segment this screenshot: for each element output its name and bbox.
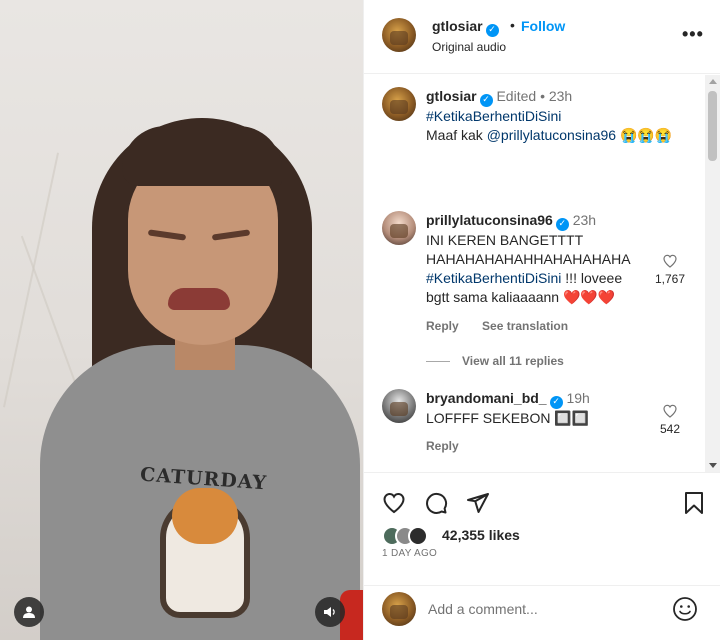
- post-time[interactable]: 1 DAY AGO: [382, 548, 437, 559]
- avatar[interactable]: [382, 389, 416, 423]
- comment-time: 23h: [572, 212, 597, 228]
- comment-actions: Reply See translation: [426, 319, 588, 333]
- avatar[interactable]: [382, 18, 416, 52]
- reply-button[interactable]: Reply: [426, 319, 459, 333]
- liker-avatar: [408, 526, 428, 546]
- comment-like: 542: [650, 403, 690, 436]
- girl-mouth: [168, 288, 230, 310]
- likes-count[interactable]: 42,355 likes: [442, 527, 520, 543]
- comment-time: 19h: [566, 390, 590, 406]
- verified-badge-icon: ✓: [479, 94, 493, 107]
- separator-dot: •: [510, 17, 515, 33]
- comment-item: bryandomani_bd_ ✓ 19h LOFFFF SEKEBON 🔲🔲 5…: [382, 389, 702, 459]
- post-side-panel: gtlosiar ✓ • Follow Original audio ••• gt…: [363, 0, 720, 640]
- send-icon: [467, 493, 489, 513]
- author-username[interactable]: gtlosiar ✓: [432, 18, 499, 37]
- post-caption: gtlosiar ✓ Edited • 23h #KetikaBerhentiDi…: [382, 87, 702, 167]
- audio-toggle-button[interactable]: [315, 597, 345, 627]
- comment-username[interactable]: bryandomani_bd_: [426, 390, 547, 406]
- add-comment-bar: [364, 586, 720, 640]
- comment-like: 1,767: [650, 253, 690, 286]
- verified-badge-icon: ✓: [549, 396, 563, 409]
- caption-username[interactable]: gtlosiar: [426, 88, 477, 104]
- comment-hashtag[interactable]: #KetikaBerhentiDiSini: [426, 270, 561, 286]
- edited-label: Edited: [496, 88, 537, 104]
- comment-icon: [426, 492, 448, 514]
- caption-text: Maaf kak: [426, 127, 487, 143]
- comment-like-count: 542: [659, 422, 681, 436]
- comment-text: LOFFFF SEKEBON 🔲🔲: [426, 410, 590, 426]
- comments-scrollbar[interactable]: [705, 75, 720, 472]
- comment-like-count: 1,767: [654, 272, 686, 286]
- shirt-cat-head: [172, 488, 238, 544]
- view-replies-button[interactable]: View all 11 replies: [426, 354, 564, 368]
- comment-button[interactable]: [422, 489, 450, 517]
- user-icon: [23, 606, 35, 618]
- author-username-text[interactable]: gtlosiar: [432, 18, 483, 34]
- speaker-icon: [324, 607, 335, 617]
- heart-icon[interactable]: [662, 403, 678, 419]
- smiley-icon: [673, 597, 697, 621]
- verified-badge-icon: ✓: [555, 218, 569, 231]
- scroll-down-arrow-icon[interactable]: [709, 463, 717, 468]
- heart-icon: [383, 492, 405, 514]
- caption-hashtag[interactable]: #KetikaBerhentiDiSini: [426, 108, 561, 124]
- heart-icon[interactable]: [662, 253, 678, 269]
- emoji-button[interactable]: [672, 596, 698, 622]
- post-action-bar: 42,355 likes 1 DAY AGO: [364, 476, 720, 586]
- like-button[interactable]: [380, 489, 408, 517]
- add-comment-input[interactable]: [428, 598, 648, 620]
- separator-dot: •: [540, 88, 545, 104]
- avatar[interactable]: [382, 211, 416, 245]
- follow-button[interactable]: Follow: [521, 18, 565, 34]
- see-translation-button[interactable]: See translation: [482, 319, 568, 333]
- audio-label[interactable]: Original audio: [432, 40, 506, 54]
- comment-actions: Reply: [426, 439, 479, 453]
- reply-button[interactable]: Reply: [426, 439, 459, 453]
- comment-hearts: ❤️❤️❤️: [562, 289, 616, 305]
- comments-list[interactable]: gtlosiar ✓ Edited • 23h #KetikaBerhentiDi…: [364, 75, 720, 473]
- caption-time: 23h: [548, 88, 573, 104]
- scroll-up-arrow-icon[interactable]: [709, 79, 717, 84]
- comment-body: bryandomani_bd_ ✓ 19h LOFFFF SEKEBON 🔲🔲: [426, 389, 636, 428]
- comment-text: INI KEREN BANGETTTT HAHAHAHAHAHHAHAHAHAH…: [426, 232, 630, 267]
- tagged-users-button[interactable]: [14, 597, 44, 627]
- post-header: gtlosiar ✓ • Follow Original audio •••: [364, 0, 720, 74]
- comment-username[interactable]: prillylatuconsina96: [426, 212, 553, 228]
- post-media[interactable]: CATURDAY: [0, 0, 363, 640]
- scrollbar-thumb[interactable]: [708, 91, 717, 161]
- bookmark-icon: [685, 492, 703, 514]
- avatar[interactable]: [382, 87, 416, 121]
- avatar: [382, 592, 416, 626]
- girl-bangs: [122, 126, 282, 186]
- caption-emoji: 😭😭😭: [619, 127, 673, 143]
- save-button[interactable]: [680, 489, 708, 517]
- comment-item: prillylatuconsina96 ✓ 23h INI KEREN BANGE…: [382, 211, 702, 341]
- caption-mention[interactable]: @prillylatuconsina96: [487, 127, 616, 143]
- more-options-icon[interactable]: •••: [682, 24, 704, 45]
- verified-badge-icon: ✓: [485, 24, 499, 37]
- comment-body: prillylatuconsina96 ✓ 23h INI KEREN BANGE…: [426, 211, 636, 307]
- caption-body: gtlosiar ✓ Edited • 23h #KetikaBerhentiDi…: [426, 87, 676, 145]
- share-button[interactable]: [464, 489, 492, 517]
- wall-mark: [2, 152, 60, 408]
